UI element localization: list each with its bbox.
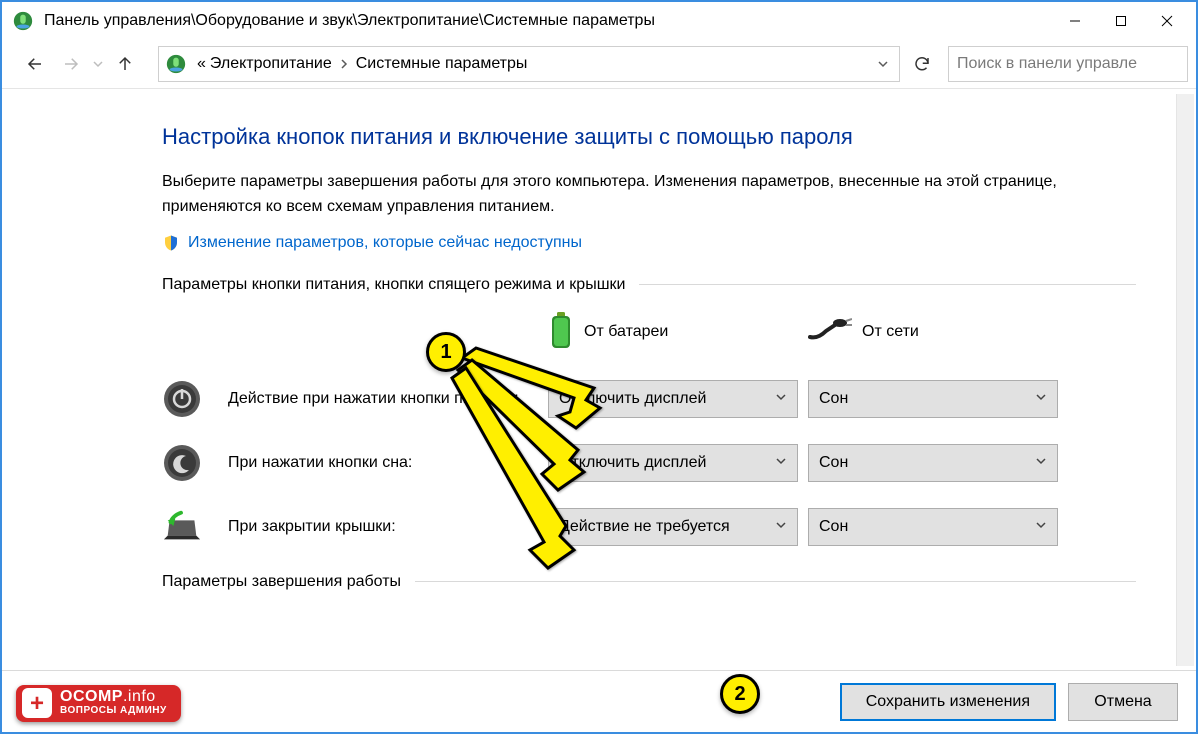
chevron-down-icon <box>775 454 787 472</box>
cancel-button[interactable]: Отмена <box>1068 683 1178 721</box>
window-title: Панель управления\Оборудование и звук\Эл… <box>44 12 1052 30</box>
row-label-sleep: При нажатии кнопки сна: <box>228 454 538 472</box>
row-label-power: Действие при нажатии кнопки питания: <box>228 390 538 408</box>
battery-icon <box>548 310 574 355</box>
nav-toolbar: « Электропитание Системные параметры Пои… <box>2 40 1196 88</box>
footer-buttons: Сохранить изменения Отмена <box>2 670 1196 732</box>
close-button[interactable] <box>1144 6 1190 36</box>
search-input[interactable]: Поиск в панели управле <box>948 46 1188 82</box>
lid-battery-select[interactable]: Действие не требуется <box>548 508 798 546</box>
power-ac-select[interactable]: Сон <box>808 380 1058 418</box>
vertical-scrollbar[interactable] <box>1176 94 1194 666</box>
forward-button[interactable] <box>54 47 88 81</box>
power-button-icon <box>162 379 202 419</box>
lid-ac-select[interactable]: Сон <box>808 508 1058 546</box>
sleep-button-icon <box>162 443 202 483</box>
row-label-lid: При закрытии крышки: <box>228 518 538 536</box>
chevron-down-icon <box>775 390 787 408</box>
content-area: Настройка кнопок питания и включение защ… <box>2 94 1196 666</box>
address-bar[interactable]: « Электропитание Системные параметры <box>158 46 900 82</box>
refresh-button[interactable] <box>902 46 942 82</box>
toolbar-divider <box>2 88 1196 89</box>
maximize-button[interactable] <box>1098 6 1144 36</box>
unlock-settings-text[interactable]: Изменение параметров, которые сейчас нед… <box>188 234 582 252</box>
unlock-settings-link[interactable]: Изменение параметров, которые сейчас нед… <box>162 234 1136 252</box>
ocomp-watermark: + OCOMP.info ВОПРОСЫ АДМИНУ <box>16 685 181 722</box>
plus-icon: + <box>22 688 52 718</box>
page-heading: Настройка кнопок питания и включение защ… <box>162 124 1136 150</box>
address-dropdown[interactable] <box>871 47 895 81</box>
chevron-down-icon <box>775 518 787 536</box>
up-button[interactable] <box>108 47 142 81</box>
history-dropdown[interactable] <box>90 59 106 69</box>
location-icon <box>165 53 187 75</box>
sleep-ac-select[interactable]: Сон <box>808 444 1058 482</box>
power-battery-select[interactable]: Отключить дисплей <box>548 380 798 418</box>
group-shutdown-title: Параметры завершения работы <box>162 573 1136 591</box>
breadcrumb-prefix[interactable]: « <box>195 47 208 81</box>
chevron-down-icon <box>1035 518 1047 536</box>
shield-icon <box>162 234 180 252</box>
chevron-right-icon <box>334 58 354 70</box>
search-placeholder: Поиск в панели управле <box>957 55 1137 73</box>
power-settings-grid: От батареи От сети Действие при нажатии … <box>162 310 1136 547</box>
breadcrumb-item[interactable]: Электропитание <box>208 47 354 81</box>
sleep-battery-select[interactable]: Отключить дисплей <box>548 444 798 482</box>
back-button[interactable] <box>18 47 52 81</box>
page-description: Выберите параметры завершения работы для… <box>162 170 1136 220</box>
save-button[interactable]: Сохранить изменения <box>840 683 1056 721</box>
app-icon <box>12 10 34 32</box>
titlebar: Панель управления\Оборудование и звук\Эл… <box>2 2 1196 40</box>
column-header-battery: От батареи <box>548 310 798 355</box>
chevron-down-icon <box>1035 454 1047 472</box>
chevron-down-icon <box>1035 390 1047 408</box>
group-buttons-title: Параметры кнопки питания, кнопки спящего… <box>162 276 1136 294</box>
breadcrumb-item[interactable]: Системные параметры <box>354 47 530 81</box>
plug-icon <box>808 317 852 348</box>
column-header-ac: От сети <box>808 317 1058 348</box>
minimize-button[interactable] <box>1052 6 1098 36</box>
lid-close-icon <box>162 507 202 547</box>
